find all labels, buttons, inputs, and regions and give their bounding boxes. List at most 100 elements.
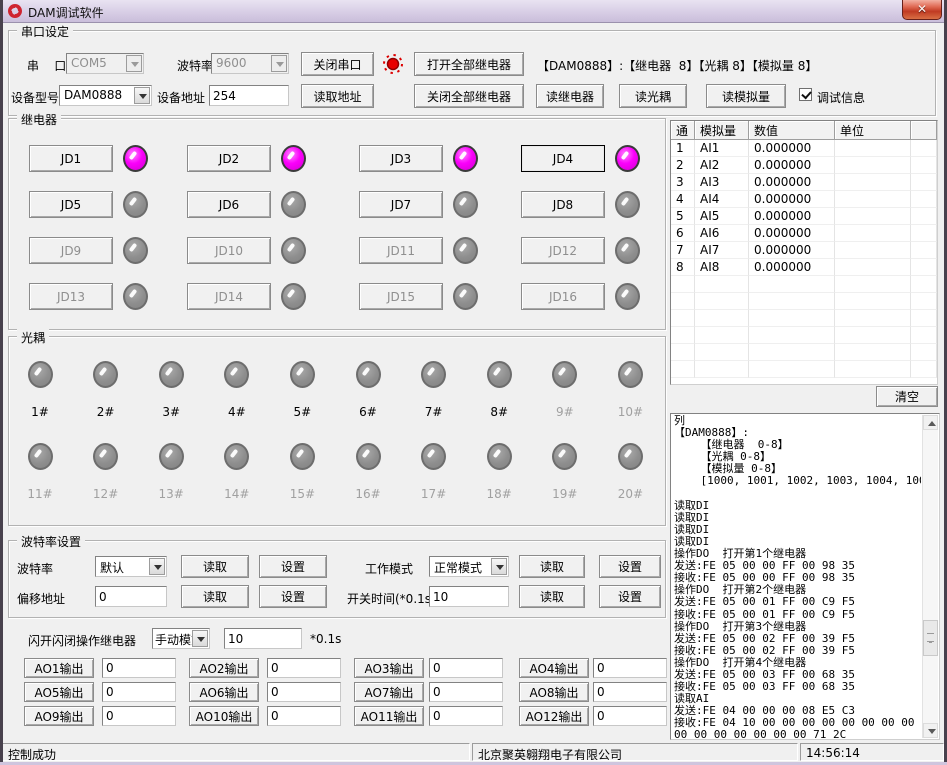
work-mode-label: 工作模式 <box>365 560 413 577</box>
table-cell <box>835 208 911 225</box>
offset-set-button[interactable]: 设置 <box>259 585 327 608</box>
offset-address-input[interactable] <box>95 586 167 607</box>
table-cell: 0.000000 <box>749 259 835 276</box>
scroll-down-icon[interactable] <box>923 723 938 738</box>
relay-led-10 <box>281 237 306 264</box>
log-scrollbar[interactable] <box>922 415 938 738</box>
table-cell <box>835 242 911 259</box>
relay-button-jd5[interactable]: JD5 <box>29 191 113 218</box>
ao-output-button-10[interactable]: AO10输出 <box>189 706 259 726</box>
switch-time-read-button[interactable]: 读取 <box>519 585 585 608</box>
ao-output-button-9[interactable]: AO9输出 <box>24 706 94 726</box>
ao-output-button-6[interactable]: AO6输出 <box>189 682 259 702</box>
open-all-relays-button[interactable]: 打开全部继电器 <box>414 52 524 76</box>
close-all-relays-button[interactable]: 关闭全部继电器 <box>414 84 524 108</box>
relay-button-jd1[interactable]: JD1 <box>29 145 113 172</box>
opto-led-11 <box>28 443 53 470</box>
baudrate-select[interactable]: 默认 <box>95 556 167 577</box>
work-mode-read-button[interactable]: 读取 <box>519 555 585 578</box>
clear-log-button[interactable]: 清空 <box>876 386 938 407</box>
relay-button-jd4[interactable]: JD4 <box>521 145 605 172</box>
switch-time-set-button[interactable]: 设置 <box>599 585 661 608</box>
table-cell <box>695 327 749 344</box>
ao-value-input-1[interactable] <box>102 658 176 678</box>
ao-output-button-7[interactable]: AO7输出 <box>354 682 424 702</box>
ao-value-input-4[interactable] <box>593 658 667 678</box>
model-select[interactable]: DAM0888 <box>59 85 152 106</box>
relay-button-jd12[interactable]: JD12 <box>521 237 605 264</box>
table-cell: AI7 <box>695 242 749 259</box>
relay-button-jd13[interactable]: JD13 <box>29 283 113 310</box>
relay-button-jd3[interactable]: JD3 <box>359 145 443 172</box>
offset-read-button[interactable]: 读取 <box>181 585 249 608</box>
baudrate-set-button[interactable]: 设置 <box>259 555 327 578</box>
opto-label-18: 18# <box>471 487 527 501</box>
relay-led-2 <box>281 145 306 172</box>
device-address-input[interactable] <box>209 85 289 106</box>
opto-label-17: 17# <box>406 487 462 501</box>
read-relay-button[interactable]: 读继电器 <box>536 84 604 108</box>
ao-value-input-2[interactable] <box>267 658 341 678</box>
opto-cell-7: 7# <box>406 361 462 419</box>
relay-button-jd7[interactable]: JD7 <box>359 191 443 218</box>
relay-button-jd6[interactable]: JD6 <box>187 191 271 218</box>
table-cell <box>911 276 937 293</box>
work-mode-select[interactable]: 正常模式 <box>429 556 509 577</box>
read-address-button[interactable]: 读取地址 <box>301 84 374 108</box>
ao-value-input-10[interactable] <box>267 706 341 726</box>
ao-value-input-11[interactable] <box>429 706 503 726</box>
ao-output-button-4[interactable]: AO4输出 <box>519 658 589 678</box>
ao-output-button-12[interactable]: AO12输出 <box>519 706 589 726</box>
opto-label-13: 13# <box>143 487 199 501</box>
log-panel: 列 【DAM0888】: 【继电器 0-8】 【光耦 0-8】 【模拟量 0-8… <box>670 413 940 740</box>
table-cell <box>835 310 911 327</box>
ao-value-input-12[interactable] <box>593 706 667 726</box>
ao-value-input-5[interactable] <box>102 682 176 702</box>
relay-button-jd14[interactable]: JD14 <box>187 283 271 310</box>
ao-value-input-9[interactable] <box>102 706 176 726</box>
read-analog-button[interactable]: 读模拟量 <box>706 84 786 108</box>
baud-settings-group-label: 波特率设置 <box>17 533 85 550</box>
flash-mode-select[interactable]: 手动模式 <box>152 628 210 649</box>
ao-output-button-5[interactable]: AO5输出 <box>24 682 94 702</box>
table-cell <box>911 242 937 259</box>
port-label: 串 口 <box>27 57 66 74</box>
table-row: 1AI10.000000 <box>671 140 937 157</box>
ao-value-input-7[interactable] <box>429 682 503 702</box>
opto-led-20 <box>618 443 643 470</box>
table-cell <box>835 140 911 157</box>
ao-output-button-1[interactable]: AO1输出 <box>24 658 94 678</box>
table-row: 7AI70.000000 <box>671 242 937 259</box>
ao-output-button-11[interactable]: AO11输出 <box>354 706 424 726</box>
relay-button-jd8[interactable]: JD8 <box>521 191 605 218</box>
table-cell <box>911 310 937 327</box>
baudrate-read-button[interactable]: 读取 <box>181 555 249 578</box>
relay-button-jd15[interactable]: JD15 <box>359 283 443 310</box>
table-cell <box>695 361 749 378</box>
table-row <box>671 361 937 378</box>
close-button[interactable]: ✕ <box>902 0 942 20</box>
relay-button-jd9[interactable]: JD9 <box>29 237 113 264</box>
ao-output-button-2[interactable]: AO2输出 <box>189 658 259 678</box>
switch-time-input[interactable] <box>429 586 509 607</box>
ao-value-input-6[interactable] <box>267 682 341 702</box>
ao-output-button-8[interactable]: AO8输出 <box>519 682 589 702</box>
ao-output-button-3[interactable]: AO3输出 <box>354 658 424 678</box>
relay-button-jd10[interactable]: JD10 <box>187 237 271 264</box>
relay-button-jd16[interactable]: JD16 <box>521 283 605 310</box>
debug-info-checkbox[interactable] <box>799 88 812 101</box>
ao-value-input-3[interactable] <box>429 658 503 678</box>
scrollbar-thumb[interactable] <box>923 620 938 656</box>
relay-button-jd11[interactable]: JD11 <box>359 237 443 264</box>
flash-time-input[interactable] <box>224 628 302 649</box>
opto-cell-4: 4# <box>209 361 265 419</box>
work-mode-set-button[interactable]: 设置 <box>599 555 661 578</box>
app-logo-icon <box>7 3 23 19</box>
table-header-cell: 单位 <box>835 121 911 140</box>
relay-button-jd2[interactable]: JD2 <box>187 145 271 172</box>
device-address-label: 设备地址 <box>157 89 205 106</box>
ao-value-input-8[interactable] <box>593 682 667 702</box>
read-opto-button[interactable]: 读光耦 <box>619 84 687 108</box>
close-port-button[interactable]: 关闭串口 <box>301 52 374 76</box>
scroll-up-icon[interactable] <box>923 415 938 430</box>
